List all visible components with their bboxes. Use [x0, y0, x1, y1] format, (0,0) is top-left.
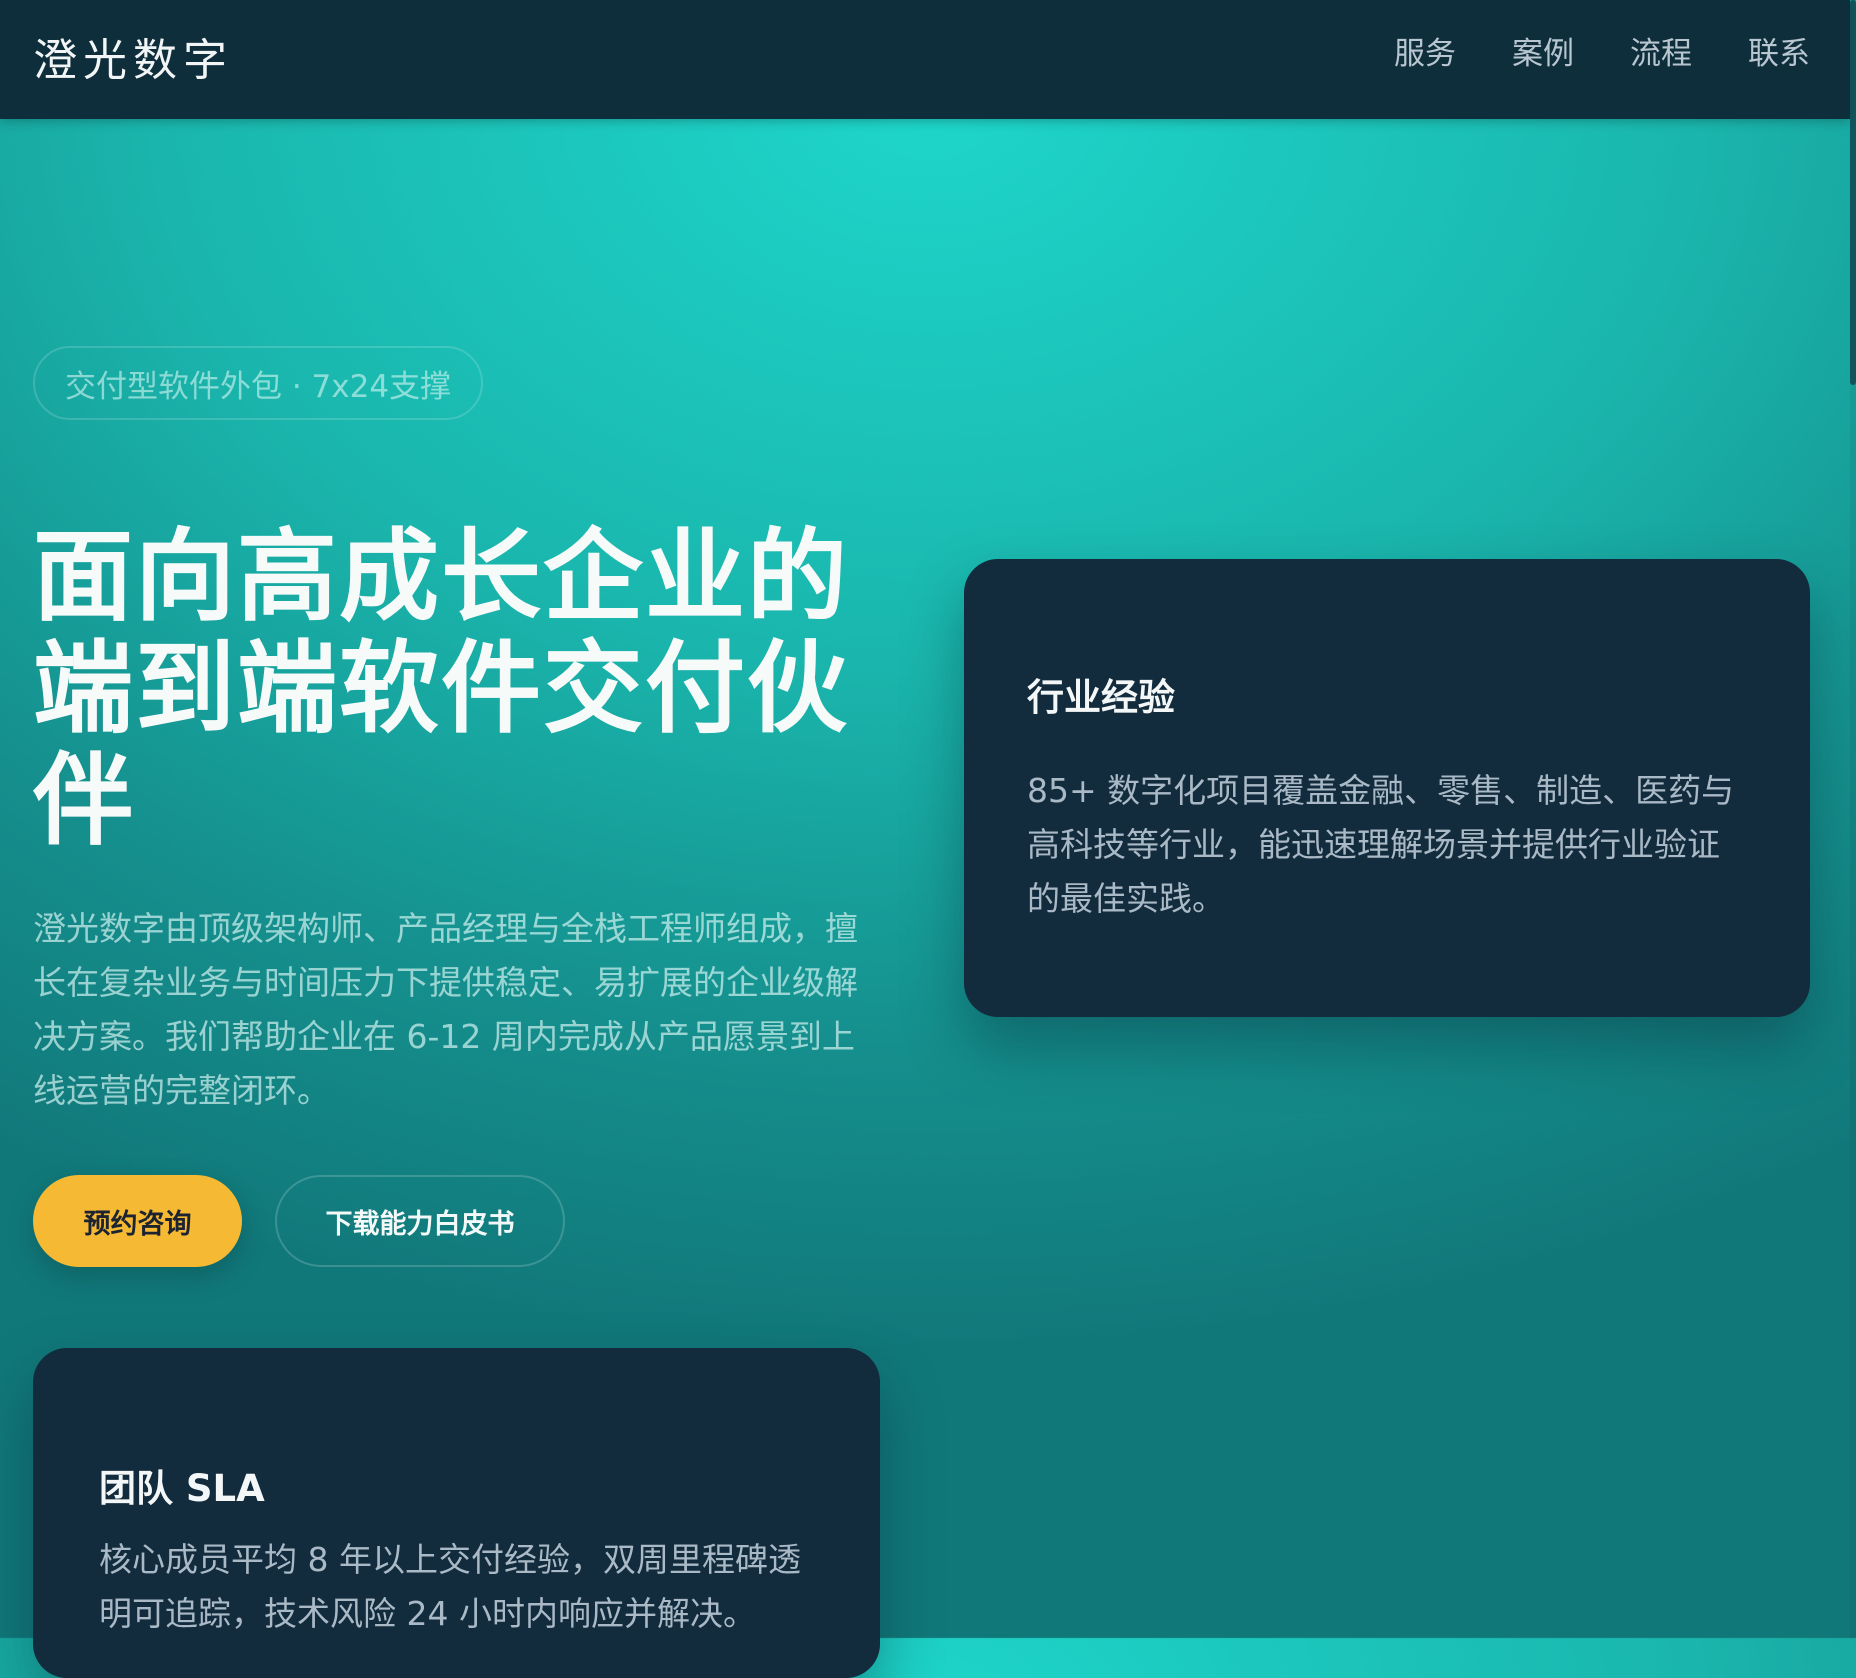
- nav-link-cases[interactable]: 案例: [1512, 28, 1574, 73]
- page-scrollbar[interactable]: [1850, 0, 1856, 1638]
- card-body: 核心成员平均 8 年以上交付经验，双周里程碑透明可追踪，技术风险 24 小时内响…: [99, 1540, 801, 1633]
- main-nav: 服务 案例 流程 联系: [1394, 28, 1810, 73]
- scrollbar-thumb[interactable]: [1850, 0, 1856, 385]
- book-consultation-button[interactable]: 预约咨询: [33, 1175, 242, 1267]
- card-body: 85+ 数字化项目覆盖金融、零售、制造、医药与高科技等行业，能迅速理解场景并提供…: [1027, 771, 1735, 918]
- card-title: 团队 SLA: [99, 1467, 265, 1510]
- card-title: 行业经验: [1027, 676, 1175, 719]
- industry-experience-card: 行业经验 85+ 数字化项目覆盖金融、零售、制造、医药与高科技等行业，能迅速理解…: [964, 559, 1810, 1017]
- nav-link-contact[interactable]: 联系: [1748, 28, 1810, 73]
- brand-logo[interactable]: 澄光数字: [33, 24, 233, 88]
- hero-title: 面向高成长企业的端到端软件交付伙伴: [33, 517, 849, 859]
- nav-link-services[interactable]: 服务: [1394, 28, 1456, 73]
- hero-badge: 交付型软件外包 · 7x24支撑: [33, 346, 484, 420]
- download-whitepaper-button[interactable]: 下载能力白皮书: [275, 1175, 565, 1267]
- team-sla-card: 团队 SLA 核心成员平均 8 年以上交付经验，双周里程碑透明可追踪，技术风险 …: [33, 1348, 880, 1678]
- hero-description: 澄光数字由顶级架构师、产品经理与全栈工程师组成，擅长在复杂业务与时间压力下提供稳…: [33, 909, 858, 1110]
- nav-link-process[interactable]: 流程: [1630, 28, 1692, 73]
- top-navbar: 澄光数字 服务 案例 流程 联系: [0, 0, 1850, 119]
